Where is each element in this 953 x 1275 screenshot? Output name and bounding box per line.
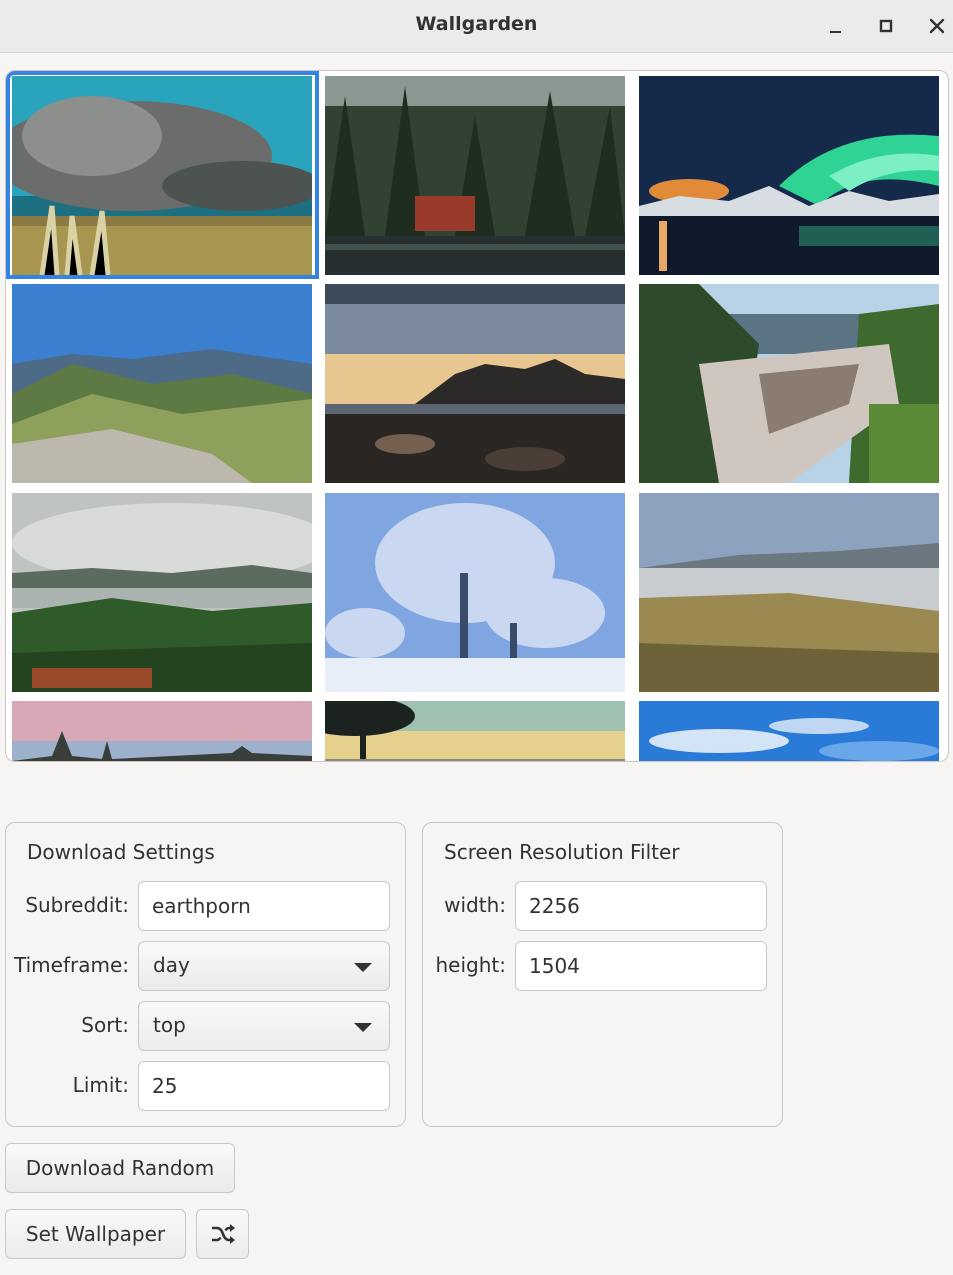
sort-value: top — [153, 1013, 186, 1037]
subreddit-input[interactable] — [138, 881, 390, 931]
thumbnail-frosted-tree[interactable] — [325, 493, 625, 692]
width-label: width: — [444, 893, 506, 917]
aurora-lake-image — [639, 76, 939, 275]
minimize-icon — [830, 31, 841, 33]
pink-dusk-image — [12, 701, 312, 761]
timeframe-label: Timeframe: — [14, 953, 129, 977]
thumbnail-rocky-coast[interactable] — [325, 284, 625, 483]
forest-lake-image — [325, 76, 625, 275]
sort-dropdown[interactable]: top — [138, 1001, 390, 1051]
chevron-down-icon — [354, 1023, 372, 1032]
thumbnail-forest-lake[interactable] — [325, 76, 625, 275]
maximize-button[interactable] — [874, 14, 898, 38]
thumbnail-blue-sky-clouds[interactable] — [639, 701, 939, 761]
timeframe-value: day — [153, 953, 190, 977]
blue-sky-clouds-image — [639, 701, 939, 761]
foggy-meadow-image — [639, 493, 939, 692]
thumbnail-pink-dusk[interactable] — [12, 701, 312, 761]
thumbnail-river-rapids[interactable] — [639, 284, 939, 483]
thumbnail-golden-sky-tree[interactable] — [325, 701, 625, 761]
green-mountains-image — [12, 284, 312, 483]
title-bar[interactable]: Wallgarden — [0, 0, 953, 53]
frosted-tree-image — [325, 493, 625, 692]
download-settings-frame: Download Settings Subreddit: Timeframe: … — [5, 822, 406, 1127]
storm-clouds-image — [12, 76, 312, 275]
maximize-icon — [879, 19, 893, 33]
subreddit-label: Subreddit: — [25, 893, 129, 917]
window-title: Wallgarden — [415, 13, 538, 35]
thumbnail-foggy-meadow[interactable] — [639, 493, 939, 692]
download-random-button[interactable]: Download Random — [5, 1143, 235, 1193]
close-icon — [929, 18, 945, 34]
limit-input[interactable] — [138, 1061, 390, 1111]
sort-label: Sort: — [81, 1013, 129, 1037]
minimize-button[interactable] — [824, 14, 848, 38]
thumbnail-storm-clouds[interactable] — [12, 76, 312, 275]
thumbnail-green-mountains[interactable] — [12, 284, 312, 483]
width-input[interactable] — [515, 881, 767, 931]
resolution-filter-frame: Screen Resolution Filter width: height: — [422, 822, 783, 1127]
height-label: height: — [435, 953, 507, 977]
golden-sky-tree-image — [325, 701, 625, 761]
download-settings-title: Download Settings — [27, 840, 215, 864]
wallpaper-gallery[interactable] — [5, 70, 949, 762]
chevron-down-icon — [354, 963, 372, 972]
download-random-label: Download Random — [25, 1156, 215, 1180]
thumbnail-aurora-lake[interactable] — [639, 76, 939, 275]
close-button[interactable] — [925, 14, 949, 38]
rocky-coast-image — [325, 284, 625, 483]
height-input[interactable] — [515, 941, 767, 991]
river-rapids-image — [639, 284, 939, 483]
resolution-filter-title: Screen Resolution Filter — [444, 840, 680, 864]
set-wallpaper-label: Set Wallpaper — [25, 1222, 166, 1246]
timeframe-dropdown[interactable]: day — [138, 941, 390, 991]
shuffle-icon — [212, 1224, 235, 1244]
shuffle-button[interactable] — [196, 1209, 249, 1259]
limit-label: Limit: — [72, 1073, 129, 1097]
misty-hills-image — [12, 493, 312, 692]
thumbnail-misty-hills[interactable] — [12, 493, 312, 692]
set-wallpaper-button[interactable]: Set Wallpaper — [5, 1209, 186, 1259]
